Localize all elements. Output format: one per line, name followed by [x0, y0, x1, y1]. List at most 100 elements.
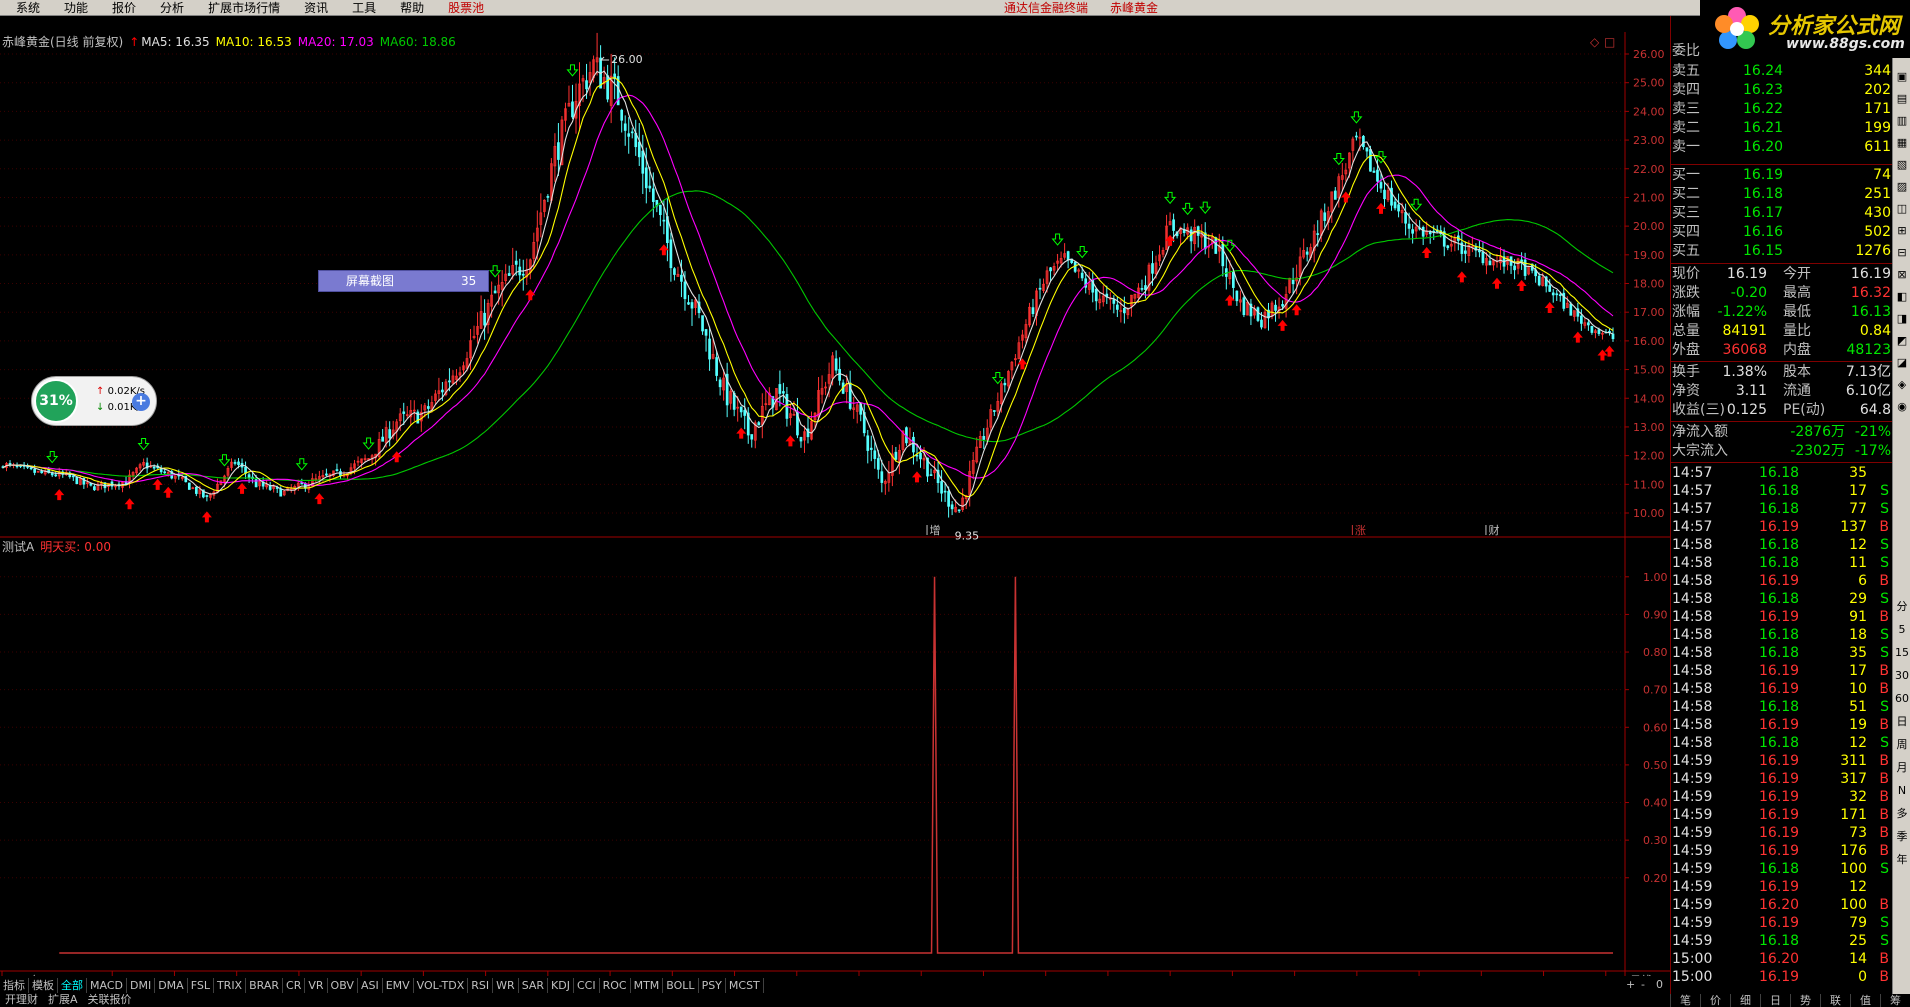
menu-item[interactable]: 资讯 [292, 0, 340, 16]
toolbar-icon[interactable]: ▤ [1893, 90, 1910, 108]
price-tick-label: 10.00 [1633, 507, 1665, 520]
toolbar-icon[interactable]: ◨ [1893, 310, 1910, 328]
indicator-tab[interactable]: FSL [188, 978, 214, 993]
indicator-tab[interactable]: VOL-TDX [414, 978, 469, 993]
toolbar-icon[interactable]: ⊞ [1893, 222, 1910, 240]
quote-tab[interactable]: 势 [1790, 994, 1820, 1007]
quote-tab[interactable]: 价 [1700, 994, 1730, 1007]
net-speed-widget[interactable]: 31% ↑ 0.02K/s ↓ 0.01K/s + [31, 376, 157, 426]
stat-label: 总量 [1672, 323, 1700, 339]
indicator-tab[interactable]: BRAR [246, 978, 284, 993]
event-tag[interactable]: 财 [1488, 523, 1499, 537]
tick-time: 14:58 [1672, 699, 1713, 715]
indicator-tab[interactable]: CCI [574, 978, 600, 993]
screenshot-panel[interactable]: 屏幕截图 35 [318, 270, 489, 292]
indicator-tab[interactable]: CR [283, 978, 306, 993]
toolbar-icon[interactable]: ◪ [1893, 354, 1910, 372]
indicator-tab[interactable]: BOLL [663, 978, 699, 993]
zoom-control[interactable]: 0 [1656, 978, 1663, 991]
indicator-tab[interactable]: SAR [519, 978, 549, 993]
menu-item[interactable]: 系统 [4, 0, 52, 16]
menu-item[interactable]: 功能 [52, 0, 100, 16]
toolbar-icon[interactable]: ▧ [1893, 156, 1910, 174]
quote-tab[interactable]: 筹 [1880, 994, 1910, 1007]
period-button[interactable]: 日 [1893, 713, 1910, 731]
price-tick-label: 22.00 [1633, 163, 1665, 176]
quote-tab[interactable]: 联 [1820, 994, 1850, 1007]
indicator-tab[interactable]: ASI [358, 978, 383, 993]
menu-item[interactable]: 分析 [148, 0, 196, 16]
toolbar-icon[interactable]: ▥ [1893, 112, 1910, 130]
chart-area[interactable]: 10.00 11.00 12.00 13.00 14.00 15.00 16.00 17.00… [0, 16, 1670, 976]
menu-item[interactable]: 工具 [340, 0, 388, 16]
tick-side: S [1880, 591, 1889, 607]
toolbar-icon[interactable]: ◈ [1893, 376, 1910, 394]
bottom-tab[interactable]: 关联报价 [83, 993, 137, 1007]
quote-tab[interactable]: 值 [1850, 994, 1880, 1007]
indicator-tab[interactable]: DMA [155, 978, 188, 993]
toolbar-icon[interactable]: ▦ [1893, 134, 1910, 152]
period-button[interactable]: 多 [1893, 805, 1910, 823]
indicator-tab[interactable]: OBV [328, 978, 358, 993]
period-button[interactable]: 15 [1893, 644, 1910, 662]
candle-body [950, 504, 954, 510]
indicator-tab[interactable]: MCST [726, 978, 764, 993]
toolbar-icon[interactable]: ◉ [1893, 398, 1910, 416]
toolbar-icon[interactable]: ⊟ [1893, 244, 1910, 262]
indicator-tab[interactable]: MTM [631, 978, 664, 993]
period-button[interactable]: 5 [1893, 621, 1910, 639]
candle-body [1548, 285, 1552, 292]
toolbar-icon[interactable]: ◧ [1893, 288, 1910, 306]
pane-max-icon[interactable]: □ [1604, 35, 1615, 49]
candle-body [1372, 170, 1376, 173]
indicator-tab[interactable]: KDJ [548, 978, 574, 993]
bottom-tab[interactable]: 扩展A [43, 993, 83, 1007]
indicator-tab[interactable]: 全部 [58, 978, 87, 993]
indicator-tab[interactable]: WR [493, 978, 519, 993]
bottom-tab[interactable]: 开理财 [0, 993, 43, 1007]
indicator-tab[interactable]: EMV [383, 978, 414, 993]
tick-row: 14:59 16.18 25 S [1671, 932, 1892, 951]
period-button[interactable]: 周 [1893, 736, 1910, 754]
event-tag[interactable]: 增 [930, 523, 941, 537]
indicator-tab[interactable]: VR [305, 978, 328, 993]
zoom-control[interactable]: + [1626, 978, 1635, 991]
quote-tab[interactable]: 笔 [1670, 994, 1700, 1007]
period-button[interactable]: 30 [1893, 667, 1910, 685]
main-chart-svg[interactable]: 10.00 11.00 12.00 13.00 14.00 15.00 16.00 17.00… [0, 16, 1670, 976]
toolbar-icon[interactable]: ◩ [1893, 332, 1910, 350]
indicator-tab[interactable]: ROC [600, 978, 631, 993]
quote-tab[interactable]: 细 [1730, 994, 1760, 1007]
period-button[interactable]: 年 [1893, 851, 1910, 869]
tick-volume: 6 [1858, 573, 1867, 589]
period-button[interactable]: 分 [1893, 598, 1910, 616]
indicator-tab[interactable]: MACD [87, 978, 127, 993]
period-button[interactable]: 月 [1893, 759, 1910, 777]
toolbar-icon[interactable]: ◫ [1893, 200, 1910, 218]
indicator-tab[interactable]: DMI [127, 978, 156, 993]
zoom-control[interactable]: - [1641, 978, 1645, 991]
indicator-tab[interactable]: 指标 [0, 978, 29, 993]
event-tag[interactable]: 涨 [1355, 524, 1366, 537]
pane-option-icon[interactable]: ◇ [1590, 35, 1600, 49]
indicator-tab[interactable]: 模板 [29, 978, 58, 993]
indicator-tab[interactable]: TRIX [214, 978, 247, 993]
low-annotation: 9.35 [955, 530, 980, 543]
menu-item[interactable]: 报价 [100, 0, 148, 16]
period-button[interactable]: 季 [1893, 828, 1910, 846]
menu-item[interactable]: 扩展市场行情 [196, 0, 292, 16]
period-button[interactable]: 60 [1893, 690, 1910, 708]
menu-item[interactable]: 股票池 [436, 0, 496, 16]
toolbar-icon[interactable]: ▣ [1893, 68, 1910, 86]
speed-plus-button[interactable]: + [132, 393, 150, 411]
toolbar-icon[interactable]: ▨ [1893, 178, 1910, 196]
period-button[interactable]: N [1893, 782, 1910, 800]
bid-vol: 430 [1864, 205, 1891, 221]
toolbar-icon[interactable]: ⊠ [1893, 266, 1910, 284]
indicator-tab[interactable]: RSI [468, 978, 494, 993]
tick-time: 14:59 [1672, 771, 1713, 787]
quote-tab[interactable]: 日 [1760, 994, 1790, 1007]
tick-row: 14:59 16.18 100 S [1671, 860, 1892, 879]
menu-item[interactable]: 帮助 [388, 0, 436, 16]
indicator-tab[interactable]: PSY [699, 978, 726, 993]
